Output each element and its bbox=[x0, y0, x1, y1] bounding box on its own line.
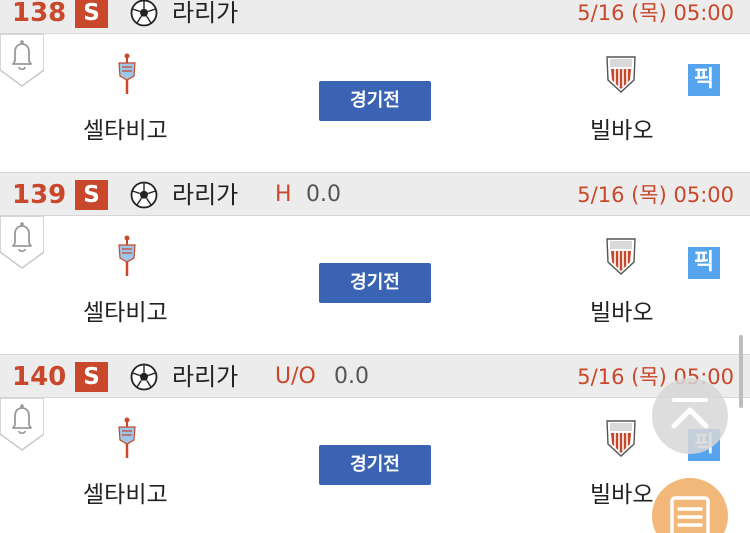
sport-badge: S bbox=[75, 362, 108, 392]
market-value: 0.0 bbox=[334, 364, 369, 389]
home-team-name: 셀타비고 bbox=[83, 482, 168, 508]
match-body: 셀타비고 경기전 빌바오 픽 bbox=[0, 398, 750, 533]
sport-badge: S bbox=[75, 180, 108, 210]
league-name: 라리가 bbox=[172, 363, 239, 391]
scroll-top-button[interactable] bbox=[652, 378, 728, 454]
match-status-button[interactable]: 경기전 bbox=[319, 263, 431, 303]
match-status-button[interactable]: 경기전 bbox=[319, 445, 431, 485]
match-number: 139 bbox=[12, 180, 67, 210]
match-number: 140 bbox=[12, 362, 67, 392]
match-body: 셀타비고 경기전 빌바오 픽 bbox=[0, 34, 750, 169]
market-value: 0.0 bbox=[306, 182, 341, 207]
soccer-ball-icon bbox=[130, 363, 158, 391]
home-crest-icon bbox=[118, 417, 136, 458]
soccer-ball-icon bbox=[130, 181, 158, 209]
match-status-button[interactable]: 경기전 bbox=[319, 81, 431, 121]
match-number: 138 bbox=[12, 0, 67, 28]
match-header: 139 S 라리가 H 0.0 5/16 (목) 05:00 bbox=[0, 172, 750, 216]
bell-icon[interactable] bbox=[0, 34, 44, 88]
home-crest-icon bbox=[118, 53, 136, 94]
home-team-name: 셀타비고 bbox=[83, 118, 168, 144]
pick-button[interactable]: 픽 bbox=[688, 64, 720, 96]
away-crest-icon bbox=[606, 238, 636, 275]
market-type: U/O bbox=[275, 364, 316, 389]
match-datetime: 5/16 (목) 05:00 bbox=[577, 183, 734, 207]
pick-button[interactable]: 픽 bbox=[688, 247, 720, 279]
match-header: 138 S 라리가 5/16 (목) 05:00 bbox=[0, 0, 750, 34]
away-team-name: 빌바오 bbox=[590, 300, 654, 326]
home-crest-icon bbox=[118, 235, 136, 276]
market-type: H bbox=[275, 182, 292, 207]
away-team-name: 빌바오 bbox=[590, 118, 654, 144]
list-icon bbox=[670, 496, 710, 533]
sport-badge: S bbox=[75, 0, 108, 28]
away-team-name: 빌바오 bbox=[590, 482, 654, 508]
chevron-up-icon bbox=[671, 398, 709, 429]
bell-icon[interactable] bbox=[0, 216, 44, 270]
away-crest-icon bbox=[606, 420, 636, 457]
league-name: 라리가 bbox=[172, 0, 239, 27]
away-crest-icon bbox=[606, 56, 636, 93]
scrollbar-thumb[interactable] bbox=[739, 335, 743, 408]
menu-button[interactable] bbox=[652, 478, 728, 533]
soccer-ball-icon bbox=[130, 0, 158, 27]
match-body: 셀타비고 경기전 빌바오 픽 bbox=[0, 216, 750, 351]
bell-icon[interactable] bbox=[0, 398, 44, 452]
league-name: 라리가 bbox=[172, 181, 239, 209]
home-team-name: 셀타비고 bbox=[83, 300, 168, 326]
match-datetime: 5/16 (목) 05:00 bbox=[577, 1, 734, 25]
match-header: 140 S 라리가 U/O 0.0 5/16 (목) 05:00 bbox=[0, 354, 750, 398]
